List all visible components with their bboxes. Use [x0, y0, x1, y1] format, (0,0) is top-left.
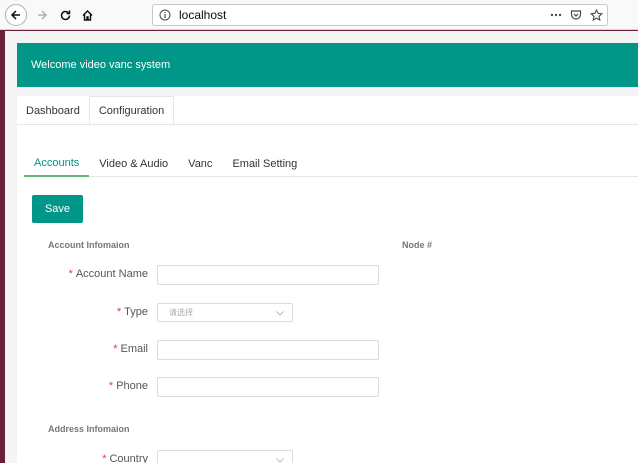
- info-icon[interactable]: [159, 9, 171, 21]
- country-label: * Country: [17, 453, 148, 463]
- bookmark-star-icon[interactable]: [589, 8, 603, 22]
- type-placeholder: 请选择: [169, 308, 193, 317]
- page-viewport: Welcome video vanc system Dashboard Conf…: [5, 31, 638, 463]
- home-button[interactable]: [76, 4, 98, 26]
- back-button[interactable]: [5, 4, 27, 26]
- address-section-title: Address Infomaion: [48, 424, 130, 434]
- url-bar[interactable]: localhost: [152, 4, 608, 26]
- save-button[interactable]: Save: [32, 195, 83, 223]
- forward-button[interactable]: [31, 4, 53, 26]
- required-mark: *: [113, 343, 118, 355]
- required-mark: *: [108, 380, 114, 392]
- node-label: Node #: [402, 240, 433, 250]
- country-text: Country: [109, 453, 148, 463]
- type-text: Type: [124, 306, 148, 318]
- tab-video-audio[interactable]: Video & Audio: [89, 151, 178, 177]
- configuration-panel: Accounts Video & Audio Vanc Email Settin…: [17, 125, 638, 463]
- required-mark: *: [116, 306, 122, 318]
- country-select[interactable]: [157, 450, 293, 463]
- arrow-right-icon: [38, 10, 48, 20]
- sub-tabs: Accounts Video & Audio Vanc Email Settin…: [24, 151, 638, 177]
- more-actions-icon[interactable]: [549, 8, 563, 22]
- type-label: * Type: [17, 306, 148, 318]
- email-field[interactable]: [157, 340, 379, 360]
- home-icon: [82, 9, 92, 21]
- account-name-text: Account Name: [75, 268, 148, 280]
- account-section-title: Account Infomaion: [48, 240, 130, 250]
- required-mark: *: [68, 268, 73, 280]
- account-name-label: * Account Name: [17, 268, 148, 280]
- type-select[interactable]: 请选择: [157, 303, 293, 322]
- main-tabs: Dashboard Configuration: [17, 96, 638, 126]
- tab-dashboard[interactable]: Dashboard: [17, 96, 89, 125]
- phone-field[interactable]: [157, 377, 379, 397]
- welcome-banner: Welcome video vanc system: [17, 43, 638, 87]
- email-text: Email: [120, 343, 148, 355]
- arrow-left-icon: [10, 10, 20, 20]
- browser-toolbar: localhost: [0, 0, 638, 30]
- url-text: localhost: [179, 8, 227, 22]
- chevron-down-icon: [276, 458, 284, 463]
- pocket-icon[interactable]: [569, 8, 583, 22]
- tab-configuration[interactable]: Configuration: [88, 96, 175, 126]
- reload-button[interactable]: [54, 4, 76, 26]
- tab-accounts[interactable]: Accounts: [24, 151, 90, 177]
- required-mark: *: [102, 453, 107, 463]
- tab-vanc[interactable]: Vanc: [178, 151, 222, 177]
- reload-icon: [60, 10, 70, 20]
- email-label: * Email: [17, 343, 148, 355]
- chevron-down-icon: [276, 311, 284, 316]
- phone-label: * Phone: [17, 380, 148, 392]
- phone-text: Phone: [116, 380, 148, 392]
- account-name-field[interactable]: [157, 265, 379, 285]
- tab-email-setting[interactable]: Email Setting: [222, 151, 307, 177]
